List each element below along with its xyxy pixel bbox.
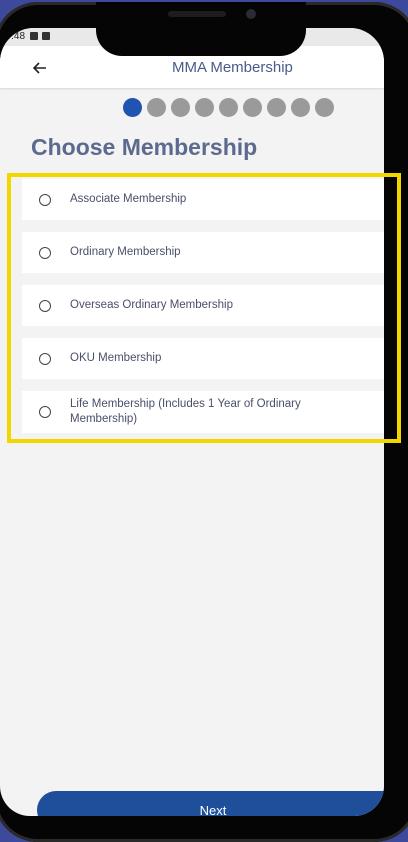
step-dot-3 <box>171 98 190 117</box>
option-label: Life Membership (Includes 1 Year of Ordi… <box>70 398 301 425</box>
radio-button[interactable] <box>39 299 51 312</box>
back-button[interactable] <box>28 56 52 80</box>
page-title: Choose Membership <box>31 134 258 160</box>
status-time: 10:48 <box>0 31 26 42</box>
step-dot-8 <box>291 98 310 117</box>
option-label: Associate Membership <box>70 193 187 205</box>
option-associate-membership[interactable]: Associate Membership <box>22 179 384 220</box>
phone-notch <box>96 2 306 56</box>
option-label: Ordinary Membership <box>70 246 181 258</box>
membership-options: Associate Membership Ordinary Membership… <box>22 179 384 445</box>
option-label: Overseas Ordinary Membership <box>70 299 233 311</box>
front-camera <box>246 9 256 19</box>
image-notification-icon <box>30 32 38 40</box>
speaker-grille <box>168 11 226 17</box>
option-life-membership[interactable]: Life Membership (Includes 1 Year of Ordi… <box>22 391 384 433</box>
step-dot-5 <box>219 98 238 117</box>
step-indicator <box>123 98 334 117</box>
radio-button[interactable] <box>39 193 51 206</box>
step-dot-2 <box>147 98 166 117</box>
phone-frame: 10:48 MMA Membership Choose Membership A… <box>0 2 408 842</box>
app-title: MMA Membership <box>172 59 293 76</box>
radio-button[interactable] <box>39 406 51 418</box>
radio-button[interactable] <box>39 352 51 365</box>
app-screen: 10:48 MMA Membership Choose Membership A… <box>0 28 384 816</box>
option-label: OKU Membership <box>70 352 162 364</box>
option-oku-membership[interactable]: OKU Membership <box>22 338 384 379</box>
next-button[interactable]: Next <box>37 791 384 816</box>
back-arrow-icon <box>33 62 46 74</box>
step-dot-7 <box>267 98 286 117</box>
step-dot-4 <box>195 98 214 117</box>
option-overseas-ordinary-membership[interactable]: Overseas Ordinary Membership <box>22 285 384 326</box>
step-dot-6 <box>243 98 262 117</box>
step-dot-9 <box>315 98 334 117</box>
step-dot-1 <box>123 98 142 117</box>
radio-button[interactable] <box>39 246 51 259</box>
app-notification-icon <box>42 32 50 40</box>
option-ordinary-membership[interactable]: Ordinary Membership <box>22 232 384 273</box>
